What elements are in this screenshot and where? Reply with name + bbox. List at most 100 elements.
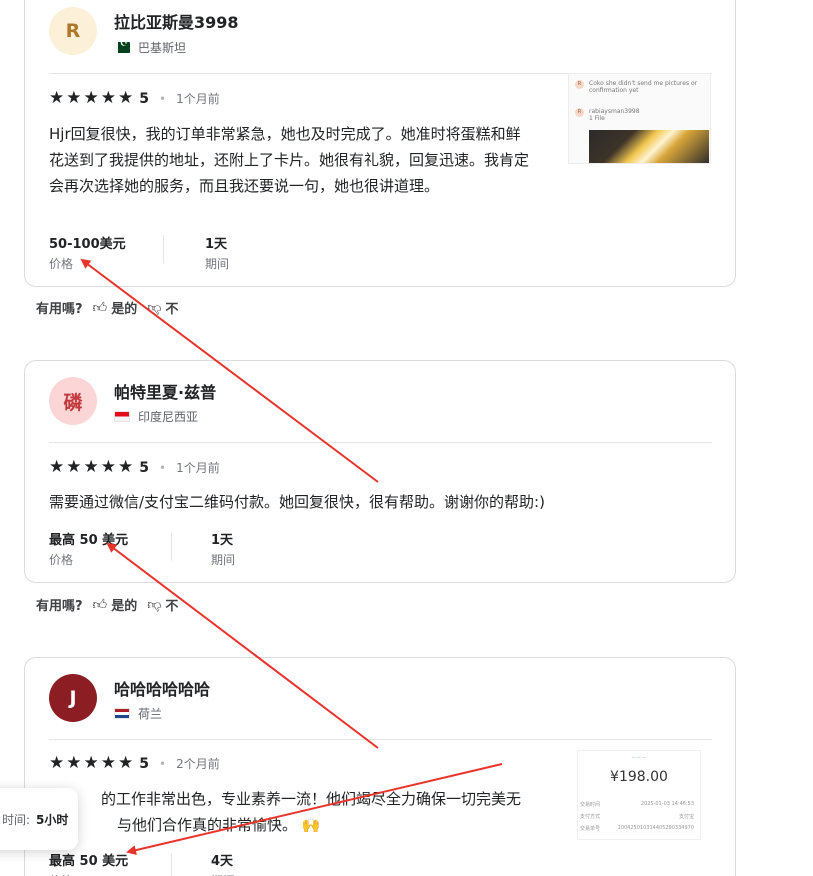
thumbs-down-icon: 👎︎ (147, 300, 162, 316)
separator-dot: • (159, 91, 167, 106)
review-time: 2个月前 (176, 757, 220, 771)
meta-divider (171, 533, 172, 561)
helpful-yes-button[interactable]: 👍︎ 是的 (93, 595, 138, 614)
delivery-time-toast: 时间: 5小时 (0, 788, 78, 850)
helpful-row: 有用嗎? 👍︎ 是的 👎︎ 不 (36, 595, 178, 614)
price-value: 最高 50 美元 (49, 533, 129, 548)
star-icon: ★ (49, 753, 65, 773)
review-card: R 拉比亚斯曼3998 巴基斯坦 ★★★★★ 5 • 1个月前 Hjr回复很快，… (24, 0, 736, 287)
price-label: 价格 (49, 872, 128, 876)
meta-divider (163, 235, 164, 263)
star-icon: ★ (118, 753, 134, 773)
star-icon: ★ (49, 457, 65, 477)
payment-row: 交易时间 2025-01-03 14:46:53 (580, 801, 694, 808)
rating-row: ★ ★ ★ ★ ★ 5 • 1个月前 (49, 90, 220, 107)
star-icon: ★ (118, 88, 134, 108)
helpful-question: 有用嗎? (36, 302, 83, 317)
reviewer-country: 巴基斯坦 (114, 39, 186, 56)
star-icon: ★ (100, 88, 116, 108)
duration-block: 1天 期间 (205, 233, 229, 272)
duration-label: 期间 (205, 257, 230, 271)
review-card: 磷 帕特里夏·兹普 印度尼西亚 ★ ★ ★ ★ ★ 5 • 1个月前 需要通过微信/支付… (24, 360, 736, 583)
price-value: 最高 50 美元 (49, 854, 129, 869)
cake-flower-photo (589, 130, 709, 163)
rating-value: 5 (139, 755, 149, 772)
payment-amount: ¥198.00 (610, 769, 668, 785)
toast-label: 时间: (2, 812, 31, 827)
divider (49, 442, 712, 443)
star-icon: ★ (66, 88, 82, 108)
country-label: 印度尼西亚 (138, 410, 199, 424)
mini-avatar: R (575, 108, 584, 117)
divider (49, 739, 712, 740)
duration-value: 1天 (211, 533, 234, 548)
price-label: 价格 (49, 257, 74, 271)
review-text: Hjr回复很快，我的订单非常紧急，她也及时完成了。她准时将蛋糕和鲜花送到了我提供… (49, 125, 530, 195)
duration-value: 4天 (211, 854, 234, 869)
thumbs-up-icon: 👍︎ (92, 597, 108, 613)
reviewer-name[interactable]: 拉比亚斯曼3998 (114, 9, 239, 33)
star-icon: ★ (49, 88, 65, 108)
helpful-question: 有用嗎? (36, 599, 83, 614)
review-time: 1个月前 (176, 461, 220, 475)
review-text: 的工作非常出色，专业素养一流！他们竭尽全力确保一切完美无 与他们合作真的非常愉快… (101, 790, 522, 834)
star-icon: ★ (100, 457, 116, 477)
avatar[interactable]: R (49, 7, 97, 55)
reviewer-country: 印度尼西亚 (114, 408, 198, 425)
duration-block: 1天 期间 (211, 529, 235, 568)
price-label: 价格 (49, 553, 74, 567)
helpful-no-button[interactable]: 👎︎ 不 (147, 298, 178, 317)
avatar[interactable]: J (49, 674, 97, 722)
payment-row: 支付方式 支付宝 (580, 814, 694, 820)
separator-dot: • (159, 460, 167, 475)
reviewer-name[interactable]: 帕特里夏·兹普 (114, 379, 216, 403)
indonesia-flag-icon (114, 411, 130, 422)
star-icon: ★ (83, 457, 99, 477)
rating-value: 5 (139, 459, 149, 476)
reviewer-name[interactable]: 哈哈哈哈哈哈 (114, 676, 210, 700)
price-block: 50-100美元 价格 (49, 233, 126, 272)
country-label: 巴基斯坦 (138, 41, 187, 55)
separator-dot: • (159, 756, 167, 771)
star-icon: ★ (66, 457, 82, 477)
netherlands-flag-icon (114, 708, 130, 719)
helpful-row: 有用嗎? 👍︎ 是的 👎︎ 不 (36, 298, 178, 317)
star-icon: ★ (66, 753, 82, 773)
star-icon: ★ (118, 457, 134, 477)
rating-value: 5 (139, 90, 149, 107)
mini-avatar: R (575, 80, 584, 89)
duration-label: 期间 (211, 553, 236, 567)
review-time: 1个月前 (176, 92, 220, 106)
price-block: 最高 50 美元 价格 (49, 529, 128, 568)
star-rating: ★ ★ ★ ★ ★ (49, 755, 133, 772)
duration-block: 4天 期间 (211, 850, 235, 876)
raised-hands-emoji: 🙌 (301, 816, 321, 834)
star-icon: ★ (83, 753, 99, 773)
star-icon: ★ (83, 88, 99, 108)
helpful-no-button[interactable]: 👎︎ 不 (147, 595, 178, 614)
star-rating: ★ ★ ★ ★ ★ (49, 90, 133, 107)
meta-divider (171, 854, 172, 876)
attachment-message: rabiaysman3998 1 File (589, 108, 640, 122)
thumbs-down-icon: 👎︎ (147, 597, 162, 613)
payment-row: 交易单号 100425010314405290334970 (580, 825, 694, 832)
price-block: 最高 50 美元 价格 (49, 850, 128, 876)
rating-row: ★ ★ ★ ★ ★ 5 • 1个月前 (49, 459, 220, 476)
star-rating: ★ ★ ★ ★ ★ (49, 459, 133, 476)
payment-success-label: — — — (631, 755, 647, 760)
rating-row: ★ ★ ★ ★ ★ 5 • 2个月前 (49, 755, 220, 772)
pakistan-flag-icon (114, 42, 130, 53)
thumbs-up-icon: 👍︎ (92, 300, 108, 316)
duration-label: 期间 (211, 872, 235, 876)
price-value: 50-100美元 (49, 237, 126, 252)
reviewer-country: 荷兰 (114, 705, 162, 722)
attachment-message: Coko she didn't send me pictures or conf… (589, 80, 698, 94)
toast-value: 5小时 (36, 812, 69, 827)
attachment-thumbnail[interactable]: — — — ¥198.00 交易时间 2025-01-03 14:46:53 支付… (577, 750, 701, 840)
country-label: 荷兰 (138, 707, 163, 721)
avatar[interactable]: 磷 (49, 377, 97, 425)
attachment-thumbnail[interactable]: R Coko she didn't send me pictures or co… (568, 73, 711, 164)
helpful-yes-button[interactable]: 👍︎ 是的 (93, 298, 138, 317)
review-card: J 哈哈哈哈哈哈 荷兰 ★ ★ ★ ★ ★ 5 • 2个月前 的工作非常出色，专业素养一… (24, 657, 736, 876)
star-icon: ★ (100, 753, 116, 773)
